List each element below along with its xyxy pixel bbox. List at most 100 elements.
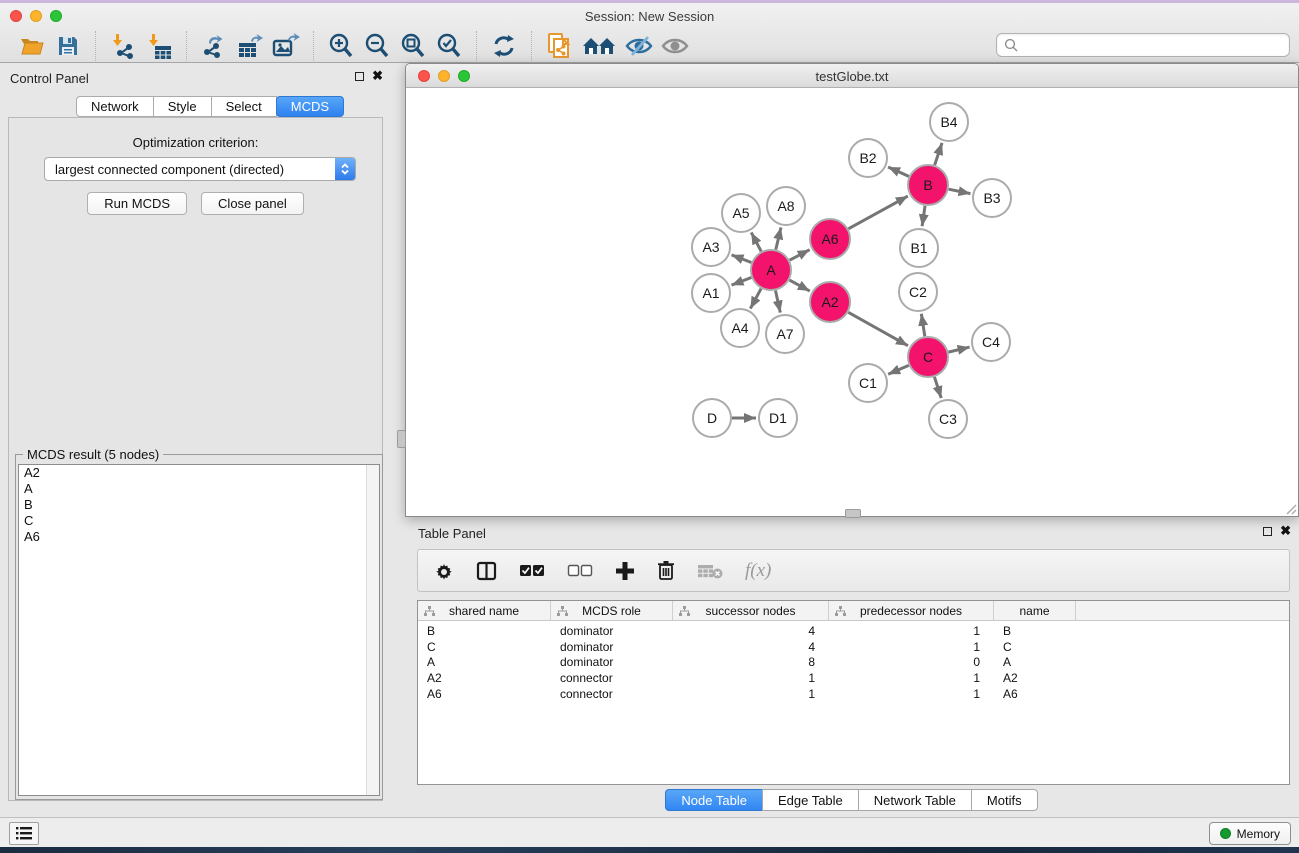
graph-node-C3[interactable]: C3 — [929, 400, 967, 438]
graph-edge-A-A7[interactable] — [775, 291, 780, 313]
result-list-item[interactable]: A2 — [19, 465, 379, 481]
zoom-in-icon[interactable] — [327, 31, 355, 61]
graph-edge-B-B4[interactable] — [935, 143, 942, 165]
search-input[interactable] — [1018, 38, 1289, 53]
graph-node-D1[interactable]: D1 — [759, 399, 797, 437]
graph-node-B[interactable]: B — [908, 165, 948, 205]
table-cell[interactable]: 1 — [829, 640, 994, 654]
graph-edge-A-A6[interactable] — [790, 250, 810, 261]
graph-node-C4[interactable]: C4 — [972, 323, 1010, 361]
float-table-panel-icon[interactable] — [1263, 527, 1272, 536]
column-header-name[interactable]: name — [994, 601, 1076, 621]
save-session-icon[interactable] — [54, 31, 82, 61]
table-cell[interactable]: A2 — [994, 671, 1076, 685]
memory-button[interactable]: Memory — [1209, 822, 1291, 845]
float-panel-icon[interactable] — [355, 72, 364, 81]
graph-node-A[interactable]: A — [751, 250, 791, 290]
result-list-scrollbar[interactable] — [366, 465, 379, 795]
table-cell[interactable]: C — [994, 640, 1076, 654]
graph-node-A2[interactable]: A2 — [810, 282, 850, 322]
graph-edge-B-B1[interactable] — [922, 206, 925, 226]
table-cell[interactable]: 1 — [673, 671, 829, 685]
table-cell[interactable]: connector — [551, 687, 673, 701]
table-cell[interactable]: A — [994, 655, 1076, 669]
close-table-panel-icon[interactable]: ✖ — [1280, 526, 1291, 536]
graph-node-A6[interactable]: A6 — [810, 219, 850, 259]
table-cell[interactable]: A2 — [418, 671, 551, 685]
graph-node-A7[interactable]: A7 — [766, 315, 804, 353]
graph-edge-A-A3[interactable] — [732, 255, 752, 263]
network-window-titlebar[interactable]: testGlobe.txt — [406, 64, 1298, 88]
table-cell[interactable]: dominator — [551, 640, 673, 654]
table-cell[interactable]: A — [418, 655, 551, 669]
result-list-item[interactable]: B — [19, 497, 379, 513]
graph-node-A4[interactable]: A4 — [721, 309, 759, 347]
search-field[interactable] — [996, 33, 1290, 57]
table-cell[interactable]: 1 — [829, 671, 994, 685]
table-cell[interactable]: 1 — [829, 624, 994, 638]
graph-node-B2[interactable]: B2 — [849, 139, 887, 177]
graph-edge-C-C2[interactable] — [921, 314, 924, 337]
import-table-icon[interactable] — [145, 31, 173, 61]
zoom-selected-icon[interactable] — [435, 31, 463, 61]
graph-edge-A-A8[interactable] — [776, 227, 781, 249]
resize-grip-icon[interactable] — [1284, 502, 1297, 515]
run-mcds-button[interactable]: Run MCDS — [87, 192, 187, 215]
table-cell[interactable]: B — [418, 624, 551, 638]
table-tab-node-table[interactable]: Node Table — [665, 789, 763, 811]
table-cell[interactable]: B — [994, 624, 1076, 638]
deselect-all-icon[interactable] — [567, 564, 593, 578]
delete-column-icon[interactable] — [657, 560, 675, 581]
task-history-button[interactable] — [9, 822, 39, 845]
graph-node-B4[interactable]: B4 — [930, 103, 968, 141]
refresh-layout-icon[interactable] — [490, 31, 518, 61]
table-cell[interactable]: dominator — [551, 655, 673, 669]
vertical-splitter-handle[interactable] — [397, 430, 406, 448]
graph-edge-A-A4[interactable] — [750, 289, 761, 309]
export-image-icon[interactable] — [272, 31, 300, 61]
table-tab-network-table[interactable]: Network Table — [858, 789, 972, 811]
graph-node-A8[interactable]: A8 — [767, 187, 805, 225]
export-table-icon[interactable] — [236, 31, 264, 61]
open-session-icon[interactable] — [18, 31, 46, 61]
table-cell[interactable]: 1 — [829, 687, 994, 701]
graph-node-A3[interactable]: A3 — [692, 228, 730, 266]
table-cell[interactable]: connector — [551, 671, 673, 685]
graph-node-D[interactable]: D — [693, 399, 731, 437]
graph-edge-C-C3[interactable] — [934, 377, 941, 398]
table-row[interactable]: Adominator80A — [418, 655, 1289, 671]
graph-edge-C-C4[interactable] — [948, 347, 969, 352]
column-header-predecessor-nodes[interactable]: predecessor nodes — [829, 601, 994, 621]
graph-node-B1[interactable]: B1 — [900, 229, 938, 267]
graph-edge-A2-C[interactable] — [848, 312, 908, 345]
network-graph[interactable]: B4B2BB3A8A5A6A3B1AC2A1A2A4A7C4CC1C3DD1 — [406, 89, 1298, 516]
table-settings-icon[interactable] — [434, 561, 454, 581]
column-header-mcds-role[interactable]: MCDS role — [551, 601, 673, 621]
graph-edge-A-A1[interactable] — [732, 278, 752, 286]
zoom-out-icon[interactable] — [363, 31, 391, 61]
table-cell[interactable]: 4 — [673, 624, 829, 638]
tab-mcds[interactable]: MCDS — [276, 96, 344, 117]
tab-network[interactable]: Network — [76, 96, 154, 117]
graph-node-A1[interactable]: A1 — [692, 274, 730, 312]
tab-style[interactable]: Style — [153, 96, 212, 117]
table-cell[interactable]: 4 — [673, 640, 829, 654]
graph-edge-B-B2[interactable] — [888, 167, 909, 176]
graph-edge-B-B3[interactable] — [949, 189, 971, 193]
hide-details-icon[interactable] — [625, 31, 653, 61]
table-row[interactable]: A6connector11A6 — [418, 686, 1289, 702]
table-cell[interactable]: 8 — [673, 655, 829, 669]
close-panel-button[interactable]: Close panel — [201, 192, 304, 215]
network-canvas[interactable]: B4B2BB3A8A5A6A3B1AC2A1A2A4A7C4CC1C3DD1 — [406, 89, 1298, 516]
tab-select[interactable]: Select — [211, 96, 277, 117]
graph-node-C1[interactable]: C1 — [849, 364, 887, 402]
table-cell[interactable]: C — [418, 640, 551, 654]
graph-node-A5[interactable]: A5 — [722, 194, 760, 232]
import-network-icon[interactable] — [109, 31, 137, 61]
import-ndex-icon[interactable] — [545, 31, 573, 61]
graph-node-C[interactable]: C — [908, 337, 948, 377]
table-row[interactable]: Bdominator41B — [418, 623, 1289, 639]
graph-node-B3[interactable]: B3 — [973, 179, 1011, 217]
graph-edge-C-C1[interactable] — [888, 365, 909, 374]
result-list-item[interactable]: C — [19, 513, 379, 529]
